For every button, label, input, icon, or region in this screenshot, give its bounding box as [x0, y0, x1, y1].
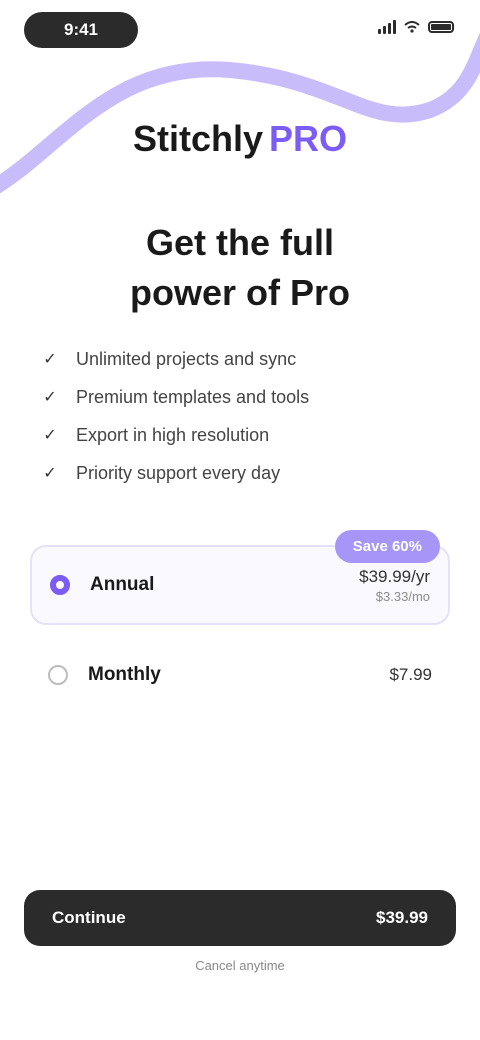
check-icon: ✓: [43, 427, 57, 444]
radio-unselected-icon[interactable]: [48, 665, 68, 685]
plan-price: $7.99: [389, 665, 432, 685]
headline-line-2: power of Pro: [129, 272, 350, 313]
plan-price-main: $7.99: [389, 665, 432, 684]
cancel-note: Cancel anytime: [195, 958, 285, 973]
battery-icon: [428, 21, 454, 33]
status-bar: 9:41: [0, 0, 480, 70]
status-icons: [378, 20, 454, 34]
plan-price: $39.99/yr $3.33/mo: [359, 567, 430, 604]
paywall-headline: Get the full power of Pro: [40, 218, 440, 318]
continue-price: $39.99: [376, 908, 428, 927]
feature-item: ✓ Priority support every day: [42, 454, 442, 492]
brand-logo: Stitchly PRO: [0, 118, 480, 160]
check-icon: ✓: [43, 465, 57, 482]
feature-label: Export in high resolution: [76, 424, 270, 445]
status-time: 9:41: [24, 12, 138, 48]
feature-item: ✓ Export in high resolution: [42, 416, 442, 454]
feature-label: Premium templates and tools: [76, 386, 310, 407]
continue-button[interactable]: Continue $39.99: [24, 890, 456, 946]
plan-price-sub: $3.33/mo: [375, 588, 430, 604]
signal-icon: [378, 20, 396, 34]
feature-label: Priority support every day: [76, 462, 281, 483]
check-icon: ✓: [43, 351, 57, 368]
brand-badge: PRO: [269, 118, 348, 159]
feature-label: Unlimited projects and sync: [76, 348, 297, 369]
plan-name: Annual: [90, 574, 155, 595]
save-badge: Save 60%: [334, 530, 440, 563]
feature-item: ✓ Premium templates and tools: [42, 378, 442, 416]
plan-name: Monthly: [88, 664, 161, 685]
wifi-icon: [404, 21, 420, 33]
check-icon: ✓: [43, 389, 57, 406]
feature-item: ✓ Unlimited projects and sync: [42, 340, 442, 378]
radio-selected-icon[interactable]: [50, 575, 70, 595]
plan-option-monthly[interactable]: Monthly $7.99: [30, 635, 450, 715]
brand-name: Stitchly: [132, 118, 263, 159]
headline-line-1: Get the full: [146, 222, 334, 263]
plan-price-main: $39.99/yr: [359, 566, 430, 586]
continue-label: Continue: [52, 908, 126, 927]
feature-list: ✓ Unlimited projects and sync ✓ Premium te…: [42, 340, 442, 492]
